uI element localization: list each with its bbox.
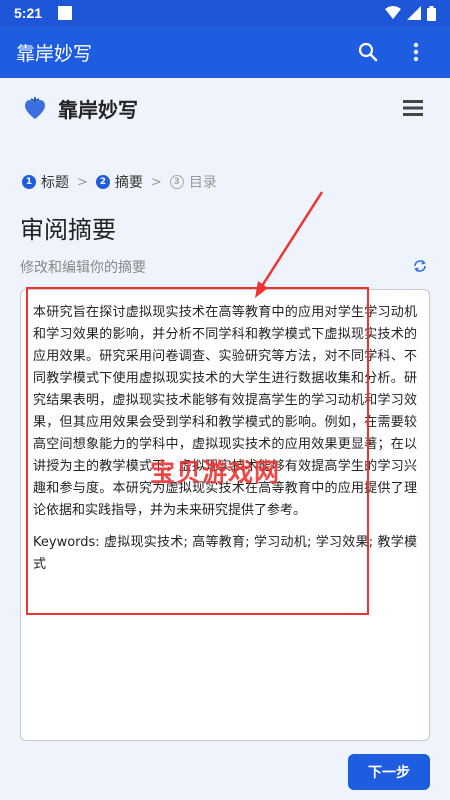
step-abstract[interactable]: 2 摘要 (95, 172, 143, 192)
app-bar-title: 靠岸妙写 (16, 42, 93, 65)
refresh-icon (414, 260, 426, 272)
step-label: 摘要 (114, 175, 143, 191)
step-label: 标题 (41, 175, 69, 191)
next-step-button[interactable]: 下一步 (348, 754, 430, 790)
abstract-keywords: Keywords: 虚拟现实技术; 高等教育; 学习动机; 学习效果; 教学模式 (33, 535, 417, 572)
heart-logo-icon (25, 97, 45, 119)
search-icon (358, 42, 378, 62)
abstract-body: 本研究旨在探讨虚拟现实技术在高等教育中的应用对学生学习动机和学习效果的影响，并分… (33, 305, 417, 518)
more-vert-icon (413, 42, 419, 62)
notification-icon (58, 6, 73, 20)
status-icons (385, 5, 436, 21)
step-label: 目录 (188, 175, 217, 191)
wifi-icon (385, 6, 401, 19)
status-time: 5:21 (14, 5, 43, 21)
app-bar: 靠岸妙写 (0, 26, 450, 78)
battery-icon (427, 5, 436, 21)
brand-header: 靠岸妙写 (0, 78, 450, 138)
step-number: 1 (22, 175, 36, 189)
signal-icon (407, 6, 421, 20)
chevron-right-icon: > (150, 174, 162, 190)
stepper: 1 标题 > 2 摘要 > 3 目录 (22, 172, 217, 192)
search-button[interactable] (350, 34, 386, 70)
page-title: 审阅摘要 (20, 216, 116, 244)
step-number: 2 (95, 175, 110, 189)
more-options-button[interactable] (398, 34, 434, 70)
hamburger-menu-icon (403, 100, 423, 116)
step-title[interactable]: 1 标题 (22, 172, 69, 192)
status-bar: 5:21 (0, 0, 450, 26)
step-toc[interactable]: 3 目录 (169, 172, 217, 192)
chevron-right-icon: > (77, 174, 88, 190)
abstract-textarea[interactable]: 本研究旨在探讨虚拟现实技术在高等教育中的应用对学生学习动机和学习效果的影响，并分… (20, 289, 430, 741)
step-number: 3 (169, 175, 184, 189)
brand-name: 靠岸妙写 (58, 97, 138, 122)
regenerate-button[interactable] (410, 256, 430, 276)
page-subtitle: 修改和编辑你的摘要 (20, 260, 146, 276)
hamburger-menu-button[interactable] (398, 93, 428, 123)
watermark: 宝贝游戏网 (150, 458, 281, 487)
